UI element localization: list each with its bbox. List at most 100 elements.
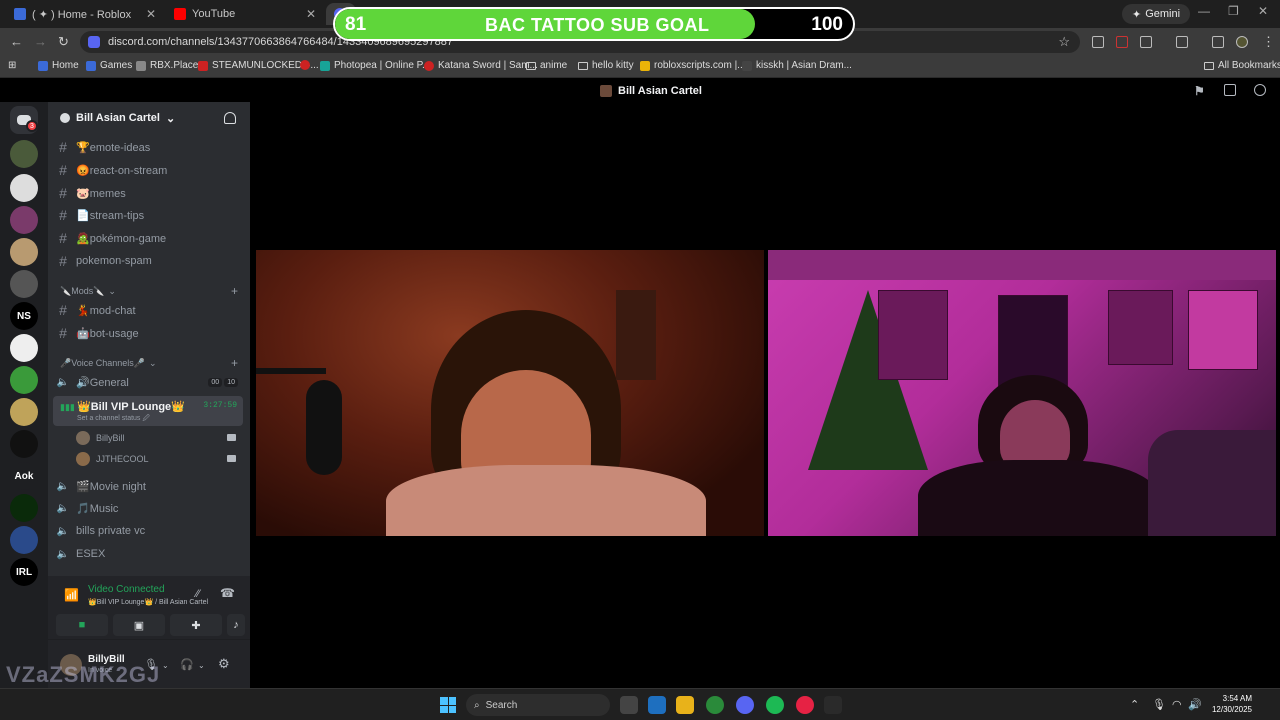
voice-channel-vip-lounge[interactable]: ▮▮▮ 👑Bill VIP Lounge👑 Set a channel stat… [53,396,243,426]
media-icon[interactable] [1212,36,1224,48]
spotify-icon[interactable] [766,696,784,714]
chrome-icon[interactable] [706,696,724,714]
popout-icon[interactable] [1224,84,1236,96]
channel-react-on-stream[interactable]: # 😡react-on-stream [56,160,244,180]
wifi-icon[interactable]: ◠ [1172,698,1182,711]
forward-icon[interactable]: → [34,34,47,49]
opera-icon[interactable] [796,696,814,714]
back-icon[interactable]: ← [10,34,23,49]
start-button[interactable] [440,697,456,713]
bookmark-robloxscripts[interactable]: robloxscripts.com |... [640,60,746,71]
invite-people-icon[interactable] [224,112,236,124]
server-icon[interactable] [10,206,38,234]
channel-status[interactable]: Set a channel status 🖉 [77,414,150,425]
file-explorer-icon[interactable] [676,696,694,714]
video-tile-billybill[interactable] [256,250,764,536]
menu-icon[interactable]: ⋮ [1262,34,1275,50]
screen-share-button[interactable]: ▣ [113,614,165,636]
bookmark-katana[interactable]: Katana Sword | Sam... [424,60,538,71]
video-tile-jjthecool[interactable] [768,250,1276,536]
server-icon[interactable] [10,398,38,426]
voice-channel-esex[interactable]: 🔈 ESEX [56,544,244,564]
window-close-icon[interactable]: ✕ [1258,4,1268,18]
voice-channel-bills-private-vc[interactable]: 🔈 bills private vc [56,521,244,541]
noise-suppression-icon[interactable]: ⁄⁄ [196,588,200,600]
chevron-down-icon[interactable]: ⌄ [198,661,205,670]
clock[interactable]: 3:54 AM 12/30/2025 [1212,693,1252,715]
voice-channel-music[interactable]: 🔈 🎵Music [56,498,244,518]
app-icon[interactable] [824,696,842,714]
activities-button[interactable]: ✚ [170,614,222,636]
add-channel-icon[interactable]: + [231,284,238,298]
server-icon-kick[interactable] [10,494,38,522]
bookmark-star-icon[interactable]: ☆ [1058,34,1070,50]
channel-stream-tips[interactable]: # 📄stream-tips [56,205,244,225]
extension-icon[interactable] [1092,36,1104,48]
server-icon[interactable] [10,526,38,554]
puzzle-icon[interactable] [1140,36,1152,48]
minimize-icon[interactable]: — [1198,4,1210,18]
settings-gear-icon[interactable]: ⚙ [218,656,230,672]
volume-icon[interactable]: 🔊 [1188,698,1202,711]
server-icon-aok[interactable]: Aok [10,462,38,490]
profile-avatar[interactable] [1236,36,1248,48]
widgets-icon[interactable] [648,696,666,714]
category-mods[interactable]: 🔪Mods🔪 ⌄ [60,286,116,297]
channel-memes[interactable]: # 🐷memes [56,183,244,203]
soundboard-button[interactable]: ♪ [227,614,245,636]
voice-user-jjthecool[interactable]: JJTHECOOL [76,450,246,468]
bookmark-hello-kitty[interactable]: hello kitty [578,60,634,71]
cast-icon[interactable] [1176,36,1188,48]
add-channel-icon[interactable]: + [231,356,238,370]
headphones-icon[interactable]: 🎧 [180,658,194,671]
camera-button[interactable]: ■ [56,614,108,636]
apps-icon[interactable]: ⊞ [8,60,16,71]
close-icon[interactable]: ✕ [146,7,156,21]
server-header[interactable]: Bill Asian Cartel ⌄ [48,102,250,134]
server-icon[interactable] [10,366,38,394]
voice-channel-general[interactable]: 🔈 🔊General 00 10 [56,372,244,392]
help-icon[interactable] [1254,84,1266,96]
channel-emote-ideas[interactable]: # 🏆emote-ideas [56,137,244,157]
bookmark-rbxplace[interactable]: RBX.Place [136,60,198,71]
site-info-icon[interactable] [88,36,100,48]
voice-location[interactable]: 👑Bill VIP Lounge👑 / Bill Asian Cartel [88,598,208,606]
channel-bot-usage[interactable]: # 🤖bot-usage [56,323,244,343]
tab-roblox[interactable]: ( ✦ ) Home - Roblox ✕ [6,3,164,25]
server-icon[interactable] [10,334,38,362]
bookmark-anime[interactable]: anime [526,60,567,71]
server-icon[interactable] [10,270,38,298]
server-icon-bill-asian-cartel[interactable] [10,140,38,168]
server-icon-ns[interactable]: NS [10,302,38,330]
bookmark-photopea[interactable]: Photopea | Online P... [320,60,430,71]
voice-user-billybill[interactable]: BillyBill [76,429,246,447]
bookmark-kisskh[interactable]: kisskh | Asian Dram... [742,60,852,71]
discord-icon[interactable] [736,696,754,714]
bookmark-games[interactable]: Games [86,60,132,71]
chevron-down-icon[interactable]: ⌄ [162,661,169,670]
all-bookmarks[interactable]: All Bookmarks [1204,60,1280,71]
extension-icon-red[interactable] [1116,36,1128,48]
task-view-icon[interactable] [620,696,638,714]
channel-pokemon-spam[interactable]: # pokemon-spam [56,251,244,271]
tab-youtube[interactable]: YouTube ✕ [166,3,324,25]
flag-icon[interactable]: ⚑ [1194,84,1206,98]
reload-icon[interactable]: ↻ [58,34,69,50]
server-icon-irl[interactable]: IRL [10,558,38,586]
category-voice[interactable]: 🎤Voice Channels🎤 ⌄ [60,358,157,369]
server-icon[interactable] [10,174,38,202]
gemini-button[interactable]: ✦ Gemini [1122,4,1191,24]
voice-channel-movie-night[interactable]: 🔈 🎬Movie night [56,476,244,496]
channel-pokemon-game[interactable]: # 🧟pokémon-game [56,228,244,248]
taskbar-search[interactable]: ⌕ Search [466,694,610,716]
maximize-icon[interactable]: ❐ [1228,4,1239,18]
server-icon[interactable] [10,430,38,458]
close-icon[interactable]: ✕ [306,7,316,21]
bookmark-home[interactable]: Home [38,60,79,71]
chevron-up-icon[interactable]: ⌃ [1130,698,1139,711]
signal-icon[interactable]: 📶 [64,588,79,602]
microphone-tray-icon[interactable]: 🎙 [1152,698,1166,711]
channel-mod-chat[interactable]: # 💃mod-chat [56,300,244,320]
bookmark-red[interactable] [300,60,314,70]
disconnect-icon[interactable]: ☎ [220,586,235,600]
